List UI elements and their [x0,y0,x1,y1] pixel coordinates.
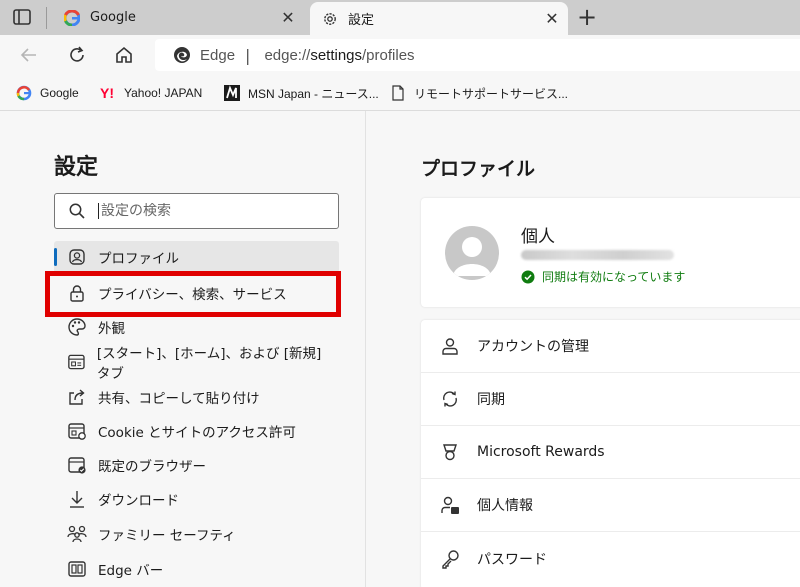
settings-sidebar: 設定 プロファイル プライバシー、検索、サービス [0,111,366,587]
sidebar-item-edge-bar[interactable]: Edge バー [54,553,339,585]
share-icon [69,389,85,405]
sidebar-item-label: ダウンロード [98,493,179,509]
site-label: Edge [200,46,236,64]
tab-actions-icon[interactable] [12,8,32,26]
favorite-label: リモートサポートサービス... [414,86,569,101]
sidebar-item-label: プロファイル [98,251,179,267]
check-circle-icon [521,270,535,283]
google-icon [64,9,80,26]
profile-card: 個人 同期は有効になっています [421,198,800,307]
menu-item-label: アカウントの管理 [477,339,589,355]
favorite-label: Yahoo! JAPAN [124,86,203,100]
personal-info-icon [441,496,459,514]
tab-title: Google [90,10,136,25]
profile-icon [69,249,85,265]
menu-item-label: 個人情報 [477,498,533,514]
sidebar-item-label: 外観 [98,321,125,337]
tab-google[interactable]: Google ✕ [52,0,304,35]
profiles-panel: プロファイル 個人 同期は有効になっています アカウントの管理 同期 Micro… [366,111,800,587]
sidebar-item-family-safety[interactable]: ファミリー セーフティ [54,518,339,550]
sync-status-label: 同期は有効になっています [542,270,686,284]
profile-settings-list: アカウントの管理 同期 Microsoft Rewards 個人情報 パスワード [421,320,800,587]
refresh-icon[interactable] [66,44,88,66]
google-icon [16,85,32,101]
search-icon [69,203,85,219]
sidebar-item-label: 共有、コピーして貼り付け [98,391,260,407]
sidebar-item-start-home-newtab[interactable]: [スタート]、[ホーム]、および [新規] タブ [54,346,339,382]
menu-item-label: 同期 [477,392,505,408]
close-icon[interactable]: ✕ [544,10,560,27]
new-tab-button[interactable]: + [576,5,598,29]
sidebar-item-label: 既定のブラウザー [98,459,206,475]
profile-email-redacted [521,250,674,260]
menu-item-passwords[interactable]: パスワード [421,532,800,585]
home-grid-icon [68,354,85,370]
sidebar-item-profiles[interactable]: プロファイル [54,241,339,273]
sidebar-item-label: [スタート]、[ホーム]、および [新規] タブ [96,346,322,382]
document-icon [392,85,404,101]
favorite-yahoo[interactable]: Y! Yahoo! JAPAN [100,82,202,104]
sidebar-item-label: Edge バー [98,563,164,579]
settings-page: 設定 プロファイル プライバシー、検索、サービス [0,111,800,587]
edge-logo-icon [174,47,190,63]
address-separator: | [245,45,251,65]
highlight-annotation-box [45,271,341,317]
menu-item-label: パスワード [477,551,547,568]
account-icon [442,338,458,355]
sidebar-item-cookies-permissions[interactable]: Cookie とサイトのアクセス許可 [54,415,339,447]
favorite-google[interactable]: Google [16,82,79,104]
favorite-remote-support[interactable]: リモートサポートサービス... [390,82,568,104]
favorite-label: Google [40,86,79,100]
person-avatar-icon [453,237,491,276]
address-bar[interactable]: Edge | edge://settings/profiles [155,39,800,71]
edge-bar-icon [68,561,86,577]
home-icon[interactable] [113,44,135,66]
key-icon [442,549,459,569]
tab-settings[interactable]: 設定 ✕ [310,2,568,35]
menu-item-label: Microsoft Rewards [477,444,605,460]
svg-text:Y!: Y! [100,85,114,101]
default-browser-icon [68,457,86,474]
profile-name: 個人 [521,227,555,247]
family-icon [67,525,87,543]
gear-icon [324,12,336,25]
sidebar-item-downloads[interactable]: ダウンロード [54,483,339,515]
menu-item-personal-info[interactable]: 個人情報 [421,479,800,532]
address-toolbar: Edge | edge://settings/profiles [0,35,800,75]
settings-search[interactable] [54,193,339,229]
sync-icon [442,391,458,407]
menu-item-sync[interactable]: 同期 [421,373,800,426]
favorite-label: MSN Japan - ニュース... [248,86,379,101]
url-text: edge://settings/profiles [264,46,415,64]
sidebar-item-share-copy-paste[interactable]: 共有、コピーして貼り付け [54,381,339,413]
palette-icon [68,318,86,336]
download-icon [70,491,84,508]
site-permissions-icon [68,423,86,440]
page-title: 設定 [54,155,99,180]
menu-item-microsoft-rewards[interactable]: Microsoft Rewards [421,426,800,479]
section-title: プロファイル [421,158,536,180]
active-indicator [54,248,57,266]
search-input[interactable] [98,203,318,219]
sync-status: 同期は有効になっています [521,268,685,285]
rewards-icon [443,444,457,461]
tab-separator [46,7,47,29]
close-icon[interactable]: ✕ [280,9,296,26]
msn-icon [224,85,240,101]
favorites-bar: Google Y! Yahoo! JAPAN MSN Japan - ニュース.… [0,75,800,111]
menu-item-manage-account[interactable]: アカウントの管理 [421,320,800,373]
favorite-msn[interactable]: MSN Japan - ニュース... [224,82,379,104]
yahoo-icon: Y! [100,85,114,101]
sidebar-item-label: Cookie とサイトのアクセス許可 [98,425,296,441]
avatar [445,226,499,280]
sidebar-item-default-browser[interactable]: 既定のブラウザー [54,449,339,481]
tab-title: 設定 [348,13,375,28]
back-arrow-icon[interactable] [18,44,40,66]
tab-strip: Google ✕ 設定 ✕ + [0,0,800,35]
sidebar-item-label: ファミリー セーフティ [98,528,236,544]
